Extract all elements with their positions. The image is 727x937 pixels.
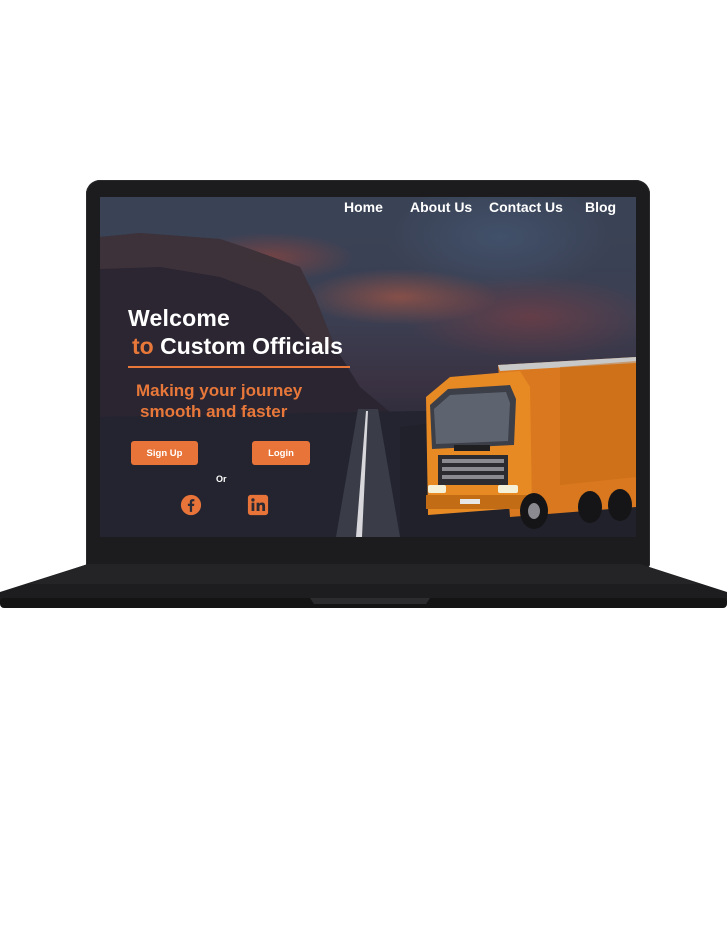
laptop-screen: Home About Us Contact Us Blog Welcome to… [100, 197, 636, 537]
hero-title-accent: to [132, 333, 154, 359]
truck-image [426, 357, 636, 529]
signup-button[interactable]: Sign Up [131, 441, 198, 465]
nav-home-link[interactable]: Home [344, 199, 383, 215]
nav-about-link[interactable]: About Us [410, 199, 472, 215]
facebook-icon[interactable] [180, 494, 202, 516]
or-separator: Or [216, 474, 227, 484]
tagline-line-2: smooth and faster [140, 402, 288, 421]
hero-title-welcome: Welcome [128, 305, 230, 331]
hero-tagline: Making your journey smooth and faster [136, 380, 336, 422]
nav-blog-link[interactable]: Blog [585, 199, 616, 215]
login-button[interactable]: Login [252, 441, 310, 465]
page: Home About Us Contact Us Blog Welcome to… [0, 0, 727, 937]
linkedin-icon[interactable] [247, 494, 269, 516]
laptop-base [0, 564, 727, 608]
nav-contact-link[interactable]: Contact Us [489, 199, 563, 215]
hero-title-rest: Custom Officials [160, 333, 343, 359]
hero-divider [128, 366, 350, 368]
hero-title-brand: to Custom Officials [132, 333, 343, 360]
tagline-line-1: Making your journey [136, 381, 303, 400]
